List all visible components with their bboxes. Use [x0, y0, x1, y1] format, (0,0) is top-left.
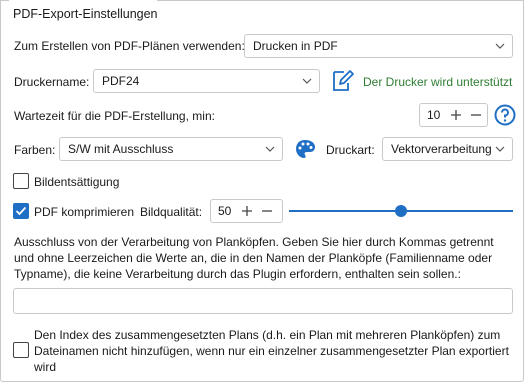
chevron-down-icon	[495, 43, 505, 49]
plus-icon[interactable]	[446, 104, 466, 126]
quality-slider-thumb[interactable]	[395, 205, 407, 217]
chevron-down-icon	[495, 146, 505, 152]
create-plans-select[interactable]: Drucken in PDF	[244, 34, 513, 58]
image-quality-stepper[interactable]: 50	[210, 199, 283, 223]
wait-time-stepper[interactable]: 10	[419, 103, 488, 127]
printer-select[interactable]: PDF24	[93, 69, 320, 93]
chevron-down-icon	[265, 146, 275, 152]
colors-label: Farben:	[14, 143, 56, 157]
printer-name-label: Druckername:	[14, 75, 90, 89]
palette-icon[interactable]	[295, 139, 316, 159]
help-icon[interactable]	[494, 104, 516, 126]
colors-select[interactable]: S/W mit Ausschluss	[59, 137, 283, 161]
wait-time-value: 10	[427, 108, 441, 122]
image-quality-label: Bildqualität:	[140, 205, 203, 219]
print-type-label: Druckart:	[326, 143, 375, 157]
wait-time-label: Wartezeit für die PDF-Erstellung, min:	[14, 109, 215, 123]
checkmark-icon	[15, 206, 27, 216]
minus-icon[interactable]	[257, 200, 277, 222]
plus-icon[interactable]	[237, 200, 257, 222]
image-quality-value: 50	[218, 204, 232, 218]
groupbox-border	[1, 0, 9, 1]
groupbox-border	[157, 0, 523, 1]
create-plans-value: Drucken in PDF	[253, 39, 338, 53]
index-option-label: Den Index des zusammengesetzten Plans (d…	[34, 328, 509, 374]
image-saturation-checkbox[interactable]	[13, 173, 29, 189]
exclusion-description: Ausschluss von der Verarbeitung von Plan…	[14, 235, 494, 281]
group-title: PDF-Export-Einstellungen	[13, 7, 158, 21]
print-type-value: Vektorverarbeitung	[391, 142, 492, 156]
create-plans-label: Zum Erstellen von PDF-Plänen verwenden:	[14, 39, 245, 53]
exclusion-input[interactable]	[13, 288, 513, 314]
colors-value: S/W mit Ausschluss	[68, 142, 174, 156]
chevron-down-icon	[302, 78, 312, 84]
printer-supported-text: Der Drucker wird unterstützt	[363, 75, 513, 89]
image-saturation-label: Bildentsättigung	[34, 175, 120, 189]
index-option-checkbox[interactable]	[13, 342, 29, 358]
compress-pdf-checkbox[interactable]	[13, 203, 29, 219]
edit-icon[interactable]	[331, 70, 355, 92]
compress-pdf-label: PDF komprimieren	[34, 205, 135, 219]
minus-icon[interactable]	[466, 104, 486, 126]
printer-value: PDF24	[102, 74, 140, 88]
print-type-select[interactable]: Vektorverarbeitung	[382, 137, 513, 161]
